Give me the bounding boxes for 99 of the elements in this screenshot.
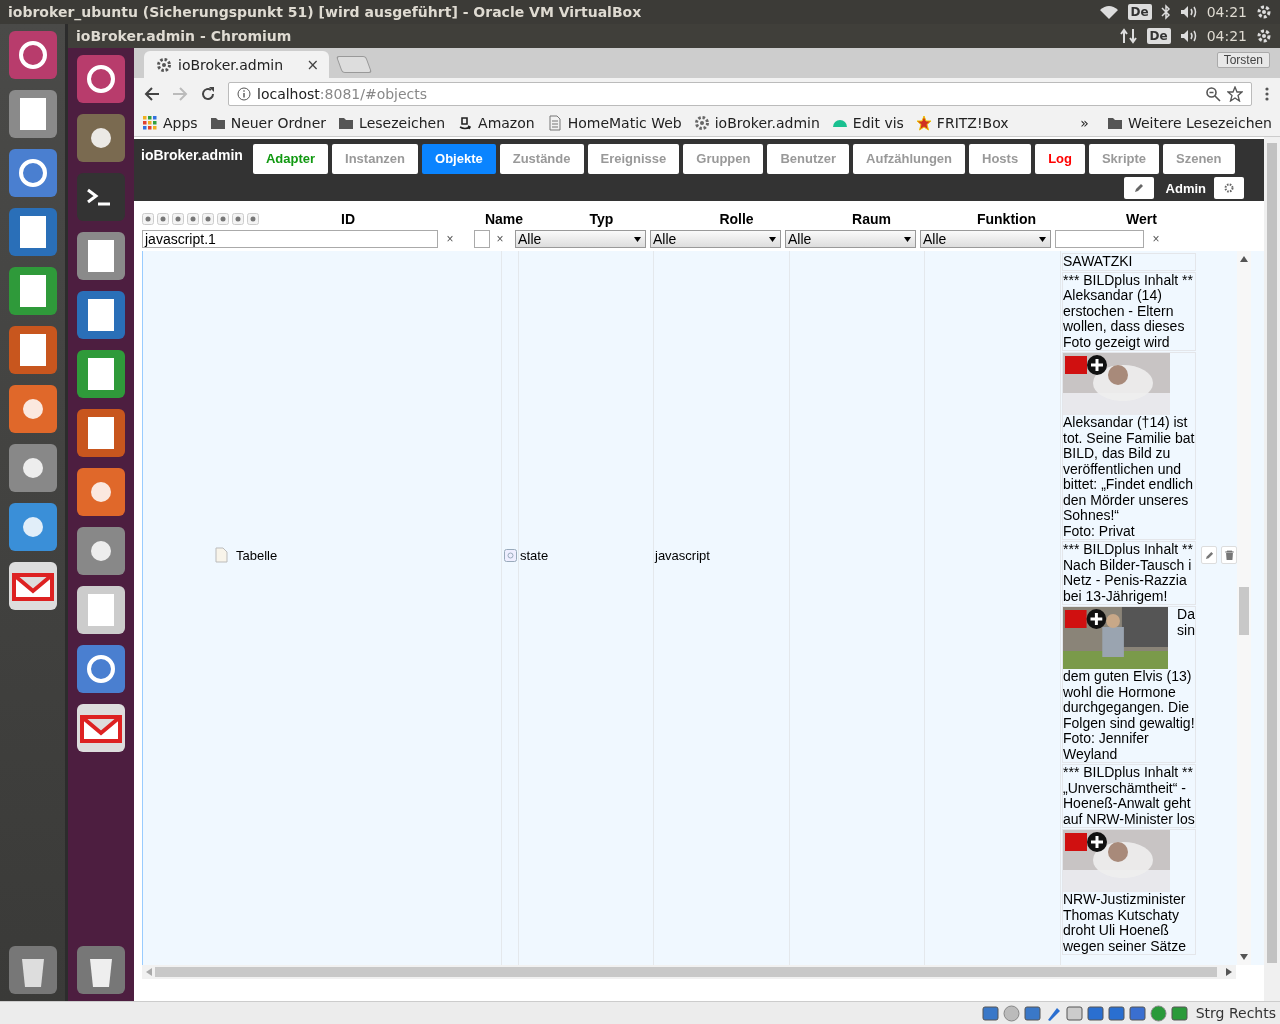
volume-icon	[1179, 5, 1198, 19]
filter-select[interactable]: Alle	[650, 230, 781, 248]
clear-button[interactable]: ×	[1150, 232, 1162, 246]
type-cell: state	[519, 547, 549, 563]
scrollbar-thumb[interactable]	[1267, 143, 1277, 963]
browser-tab[interactable]: ioBroker.admin ×	[144, 51, 329, 78]
value-text: *** BILDplus Inhalt ** „Unverschämtheit“ - Hoeneß-Anwalt geht auf NRW-Minister los	[1063, 765, 1195, 827]
zoom-icon[interactable]	[1205, 86, 1221, 102]
role-cell: javascript	[654, 547, 710, 563]
gear-icon	[693, 115, 710, 131]
gear-icon	[156, 56, 172, 73]
column-header[interactable]: Wert	[1074, 211, 1209, 227]
profile-button[interactable]: Torsten	[1216, 52, 1270, 68]
host-key-label: Strg Rechts	[1195, 1005, 1276, 1021]
dropdown-arrow-icon	[904, 236, 911, 242]
dropdown-arrow-icon	[1039, 236, 1046, 242]
pencil-icon	[1204, 550, 1214, 560]
window-title: iobroker_ubuntu (Sicherungspunkt 51) [wird ausgeführt] - Oracle VM VirtualBox	[8, 4, 642, 20]
clock[interactable]: 04:21	[1206, 4, 1247, 20]
wifi-icon	[1098, 5, 1119, 19]
scroll-down-icon[interactable]	[1240, 954, 1248, 960]
value-text: *** BILDplus Inhalt ** Nach Bilder-Tausch i Netz - Penis-Razzia bei 13-Jährigem!	[1063, 542, 1194, 604]
column-header[interactable]: Typ	[534, 211, 669, 227]
scrollbar-thumb[interactable]	[155, 967, 1217, 977]
column-header[interactable]: ID	[341, 211, 355, 227]
mail-icon[interactable]	[7, 561, 58, 611]
value-filter-field[interactable]	[1055, 230, 1144, 248]
clear-button[interactable]: ×	[494, 232, 506, 246]
mail-icon[interactable]	[76, 703, 126, 753]
nav-tab[interactable]: Adapter	[252, 144, 329, 174]
bookmark-folder[interactable]: Weitere Lesezeichen	[1106, 115, 1272, 131]
object-name: Tabelle	[235, 547, 278, 563]
keyboard-indicator[interactable]: De	[1127, 4, 1152, 20]
bookmark[interactable]: Neuer Ordner	[209, 115, 327, 131]
filter-select[interactable]: Alle	[920, 230, 1051, 248]
volume-icon	[1179, 29, 1198, 43]
pencil-icon	[1123, 177, 1154, 199]
more-bookmarks-button[interactable]: »	[1080, 115, 1089, 131]
bluetooth-icon	[1160, 4, 1171, 20]
bookmark[interactable]: Apps	[142, 115, 198, 131]
star-icon[interactable]	[1227, 86, 1243, 102]
trash-icon[interactable]	[76, 945, 126, 995]
address-bar[interactable]: localhost:8081/#objects	[228, 82, 1252, 106]
close-button[interactable]: ×	[306, 55, 319, 74]
checkbox[interactable]	[474, 230, 490, 248]
menu-icon[interactable]	[1264, 86, 1270, 102]
delete-button[interactable]	[1221, 546, 1237, 564]
file-icon	[215, 547, 228, 563]
value-text: dem guten Elvis (13) wohl die Hormone durchgegangen. Die Folgen sind gewaltig! Foto: Jennifer Weyland	[1063, 669, 1195, 762]
value-text: Da sin	[1177, 607, 1195, 640]
state-icon	[503, 548, 517, 562]
keyboard-indicator[interactable]: De	[1146, 28, 1171, 44]
bookmark[interactable]: Lesezeichen	[338, 115, 446, 131]
scrollbar[interactable]	[142, 965, 1236, 979]
filter-select[interactable]: Alle	[515, 230, 646, 248]
grid-icon	[142, 115, 158, 131]
settings-button[interactable]	[1214, 177, 1244, 199]
edit-button[interactable]	[1201, 546, 1217, 564]
bookmark[interactable]: Amazon	[457, 115, 535, 131]
value-text: SAWATZKI	[1063, 254, 1134, 270]
scroll-right-icon[interactable]	[1226, 968, 1232, 976]
page-icon	[546, 115, 563, 131]
column-header[interactable]: Rolle	[669, 211, 804, 227]
id-filter-field[interactable]: javascript.1	[142, 230, 438, 248]
back-icon[interactable]	[144, 86, 160, 102]
value-text: *** BILDplus Inhalt ** Aleksandar (14) erstochen - Eltern wollen, dass dieses Foto gezeigt wird	[1063, 272, 1194, 350]
info-icon	[237, 87, 251, 101]
scrollbar-thumb[interactable]	[1239, 587, 1249, 635]
bookmark[interactable]: ioBroker.admin	[693, 115, 820, 131]
value-text: NRW-Justizminister Thomas Kutschaty droht Uli Hoeneß wegen seiner Sätze	[1063, 892, 1187, 954]
url-text: localhost:8081/#objects	[257, 86, 428, 102]
user-button[interactable]: Admin	[1123, 177, 1206, 199]
app-title: ioBroker.admin	[141, 147, 243, 163]
filter-select[interactable]: Alle	[785, 230, 916, 248]
clear-button[interactable]: ×	[444, 232, 456, 246]
column-header[interactable]: Funktion	[939, 211, 1074, 227]
bookmark[interactable]: FRITZ!Box	[915, 115, 1009, 131]
bookmark[interactable]: Edit vis	[831, 115, 904, 131]
terminal-icon[interactable]	[76, 172, 126, 222]
dropdown-arrow-icon	[634, 236, 641, 242]
window-title: ioBroker.admin - Chromium	[76, 28, 292, 44]
column-header[interactable]: Raum	[804, 211, 939, 227]
bookmark[interactable]: HomeMatic Web	[546, 115, 682, 131]
tab-title: ioBroker.admin	[178, 56, 284, 73]
scrollbar[interactable]	[1264, 137, 1280, 1001]
clock[interactable]: 04:21	[1206, 28, 1247, 44]
dropdown-arrow-icon	[769, 236, 776, 242]
gear-icon[interactable]	[1256, 4, 1272, 20]
scroll-up-icon[interactable]	[1240, 256, 1248, 262]
trash-icon[interactable]	[7, 945, 58, 995]
nav-tab[interactable]: Log	[1035, 144, 1085, 174]
column-header[interactable]: Name	[474, 211, 534, 227]
gear-icon[interactable]	[1256, 28, 1272, 44]
reload-icon[interactable]	[200, 86, 216, 102]
nav-tab[interactable]: Objekte	[422, 144, 496, 174]
scrollbar[interactable]	[1237, 251, 1251, 965]
star-logo-icon	[915, 115, 932, 131]
trash-icon	[1224, 550, 1234, 560]
value-text: Aleksandar (†14) ist tot. Seine Familie bat BILD, das Bild zu veröffentlichen und bittet: „Findet endlich den Mörder unseres Sohnes!“ Foto: Privat	[1063, 415, 1195, 539]
